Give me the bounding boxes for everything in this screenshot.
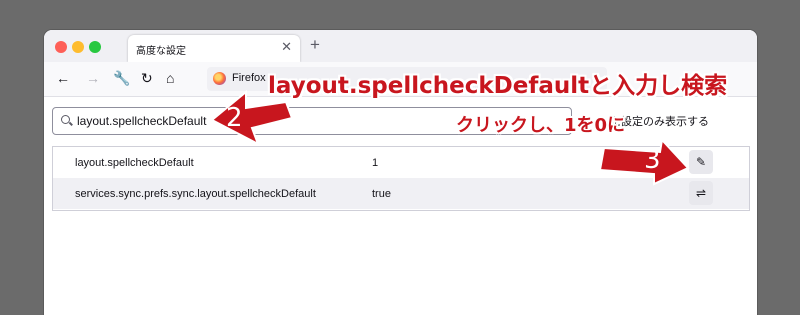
annotation-arrows — [210, 89, 690, 186]
step-number-2: 2 — [226, 103, 243, 133]
annotation-search-instruction: layout.spellcheckDefaultと入力し検索 — [268, 73, 728, 99]
annotation-click-instruction: クリックし、1を0に — [456, 115, 626, 136]
step-number-3: 3 — [644, 145, 661, 175]
